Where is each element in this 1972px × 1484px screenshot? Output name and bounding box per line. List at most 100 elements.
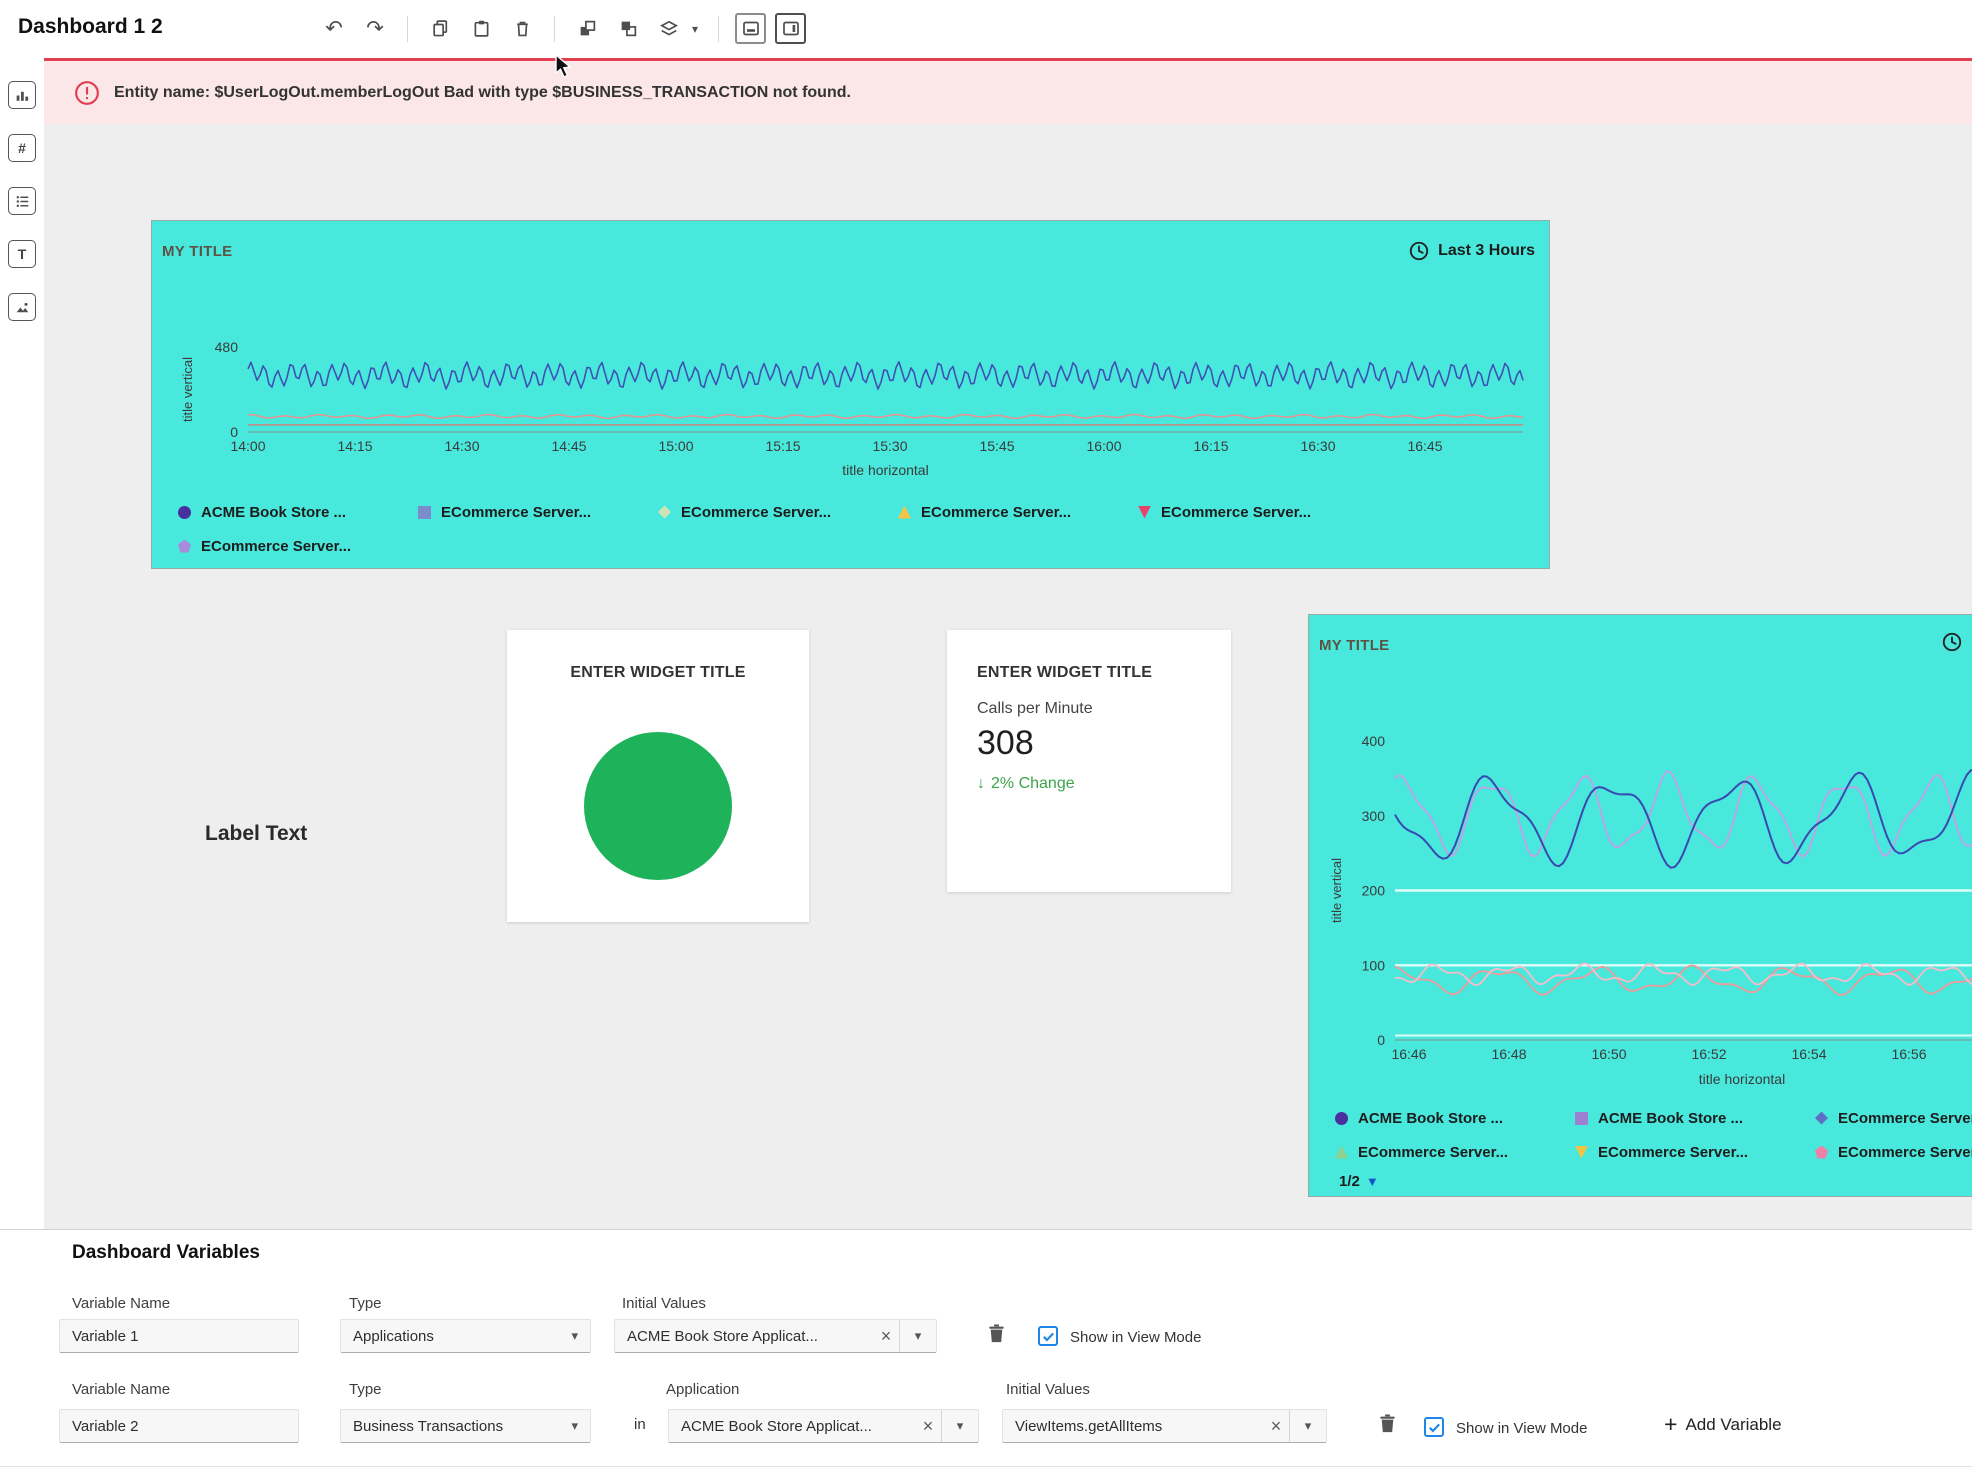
copy-icon [431,19,450,38]
layers-button[interactable] [653,13,685,45]
toolbar-divider [718,16,719,42]
legend-label: ECommerce Server... [1358,1144,1508,1161]
clock-icon [1408,240,1430,262]
check-icon [1041,1329,1056,1344]
initial-values-label: Initial Values [622,1295,706,1312]
svg-text:16:54: 16:54 [1791,1046,1826,1062]
legend-item[interactable]: ECommerce Server... [1815,1135,1972,1169]
time-range-label: Last 3 Hours [1438,242,1535,260]
svg-text:16:00: 16:00 [1086,438,1121,454]
svg-text:title vertical: title vertical [1329,858,1344,923]
copy-button[interactable] [424,13,456,45]
metric-change-label: 2% Change [991,775,1075,793]
legend-label: ECommerce Server... [201,538,351,555]
type-select[interactable]: Applications ▾ [340,1319,591,1353]
panel-bottom-icon [742,20,760,38]
trash-icon [985,1321,1008,1346]
list-widget-icon[interactable] [8,187,36,215]
legend-item[interactable]: ECommerce Server... [1575,1135,1815,1169]
timeseries-widget-2[interactable]: MY TITLE 4003002001000title vertical16:4… [1308,614,1972,1197]
chart-widget-icon[interactable] [8,81,36,109]
svg-text:200: 200 [1362,883,1386,899]
legend-item[interactable]: ECommerce Server... [658,495,898,529]
delete-variable-button[interactable] [985,1321,1008,1349]
chevron-down-icon[interactable]: ▾ [1290,1418,1326,1434]
widget-title: ENTER WIDGET TITLE [507,664,809,682]
svg-text:300: 300 [1362,808,1386,824]
svg-text:0: 0 [1377,1032,1385,1048]
legend-item[interactable]: ECommerce Server... [1335,1135,1575,1169]
show-in-view-mode-checkbox[interactable] [1038,1326,1058,1346]
square-marker-icon [1575,1112,1588,1125]
application-combobox[interactable]: ACME Book Store Applicat... × ▾ [668,1409,979,1443]
clear-icon[interactable]: × [915,1416,941,1437]
clear-icon[interactable]: × [873,1326,899,1347]
svg-text:14:00: 14:00 [230,438,265,454]
application-label: Application [666,1381,739,1398]
image-widget-icon[interactable] [8,293,36,321]
initial-values-combobox[interactable]: ViewItems.getAllItems × ▾ [1002,1409,1327,1443]
legend-pagination[interactable]: 1/2 ▼ [1339,1173,1972,1190]
select-value: Business Transactions [353,1418,503,1435]
send-to-back-icon [619,19,638,38]
error-message: Entity name: $UserLogOut.memberLogOut Ba… [114,84,851,102]
timeseries-widget-1[interactable]: MY TITLE Last 3 Hours 4800title vertical… [151,220,1550,569]
undo-button[interactable]: ↶ [318,13,350,45]
svg-text:100: 100 [1362,957,1386,973]
toolbar: ↶ ↷ ▾ [318,0,806,57]
text-widget-icon[interactable]: T [8,240,36,268]
layers-dropdown-caret[interactable]: ▾ [688,13,702,45]
pentagon-marker-icon [1815,1146,1828,1159]
metric-widget-icon[interactable]: # [8,134,36,162]
delete-button[interactable] [506,13,538,45]
svg-text:15:15: 15:15 [765,438,800,454]
diamond-marker-icon [658,506,671,519]
pie-widget[interactable]: ENTER WIDGET TITLE [507,630,809,922]
show-in-view-mode-label: Show in View Mode [1456,1420,1587,1437]
clock-icon [1941,631,1963,653]
initial-values-combobox[interactable]: ACME Book Store Applicat... × ▾ [614,1319,937,1353]
add-variable-button[interactable]: + Add Variable [1664,1413,1782,1436]
bring-to-front-button[interactable] [571,13,603,45]
chevron-down-icon[interactable]: ▾ [900,1328,936,1344]
variable-name-input[interactable]: Variable 1 [59,1319,299,1353]
metric-widget[interactable]: ENTER WIDGET TITLE Calls per Minute 308 … [947,630,1231,892]
toggle-bottom-panel-button[interactable] [735,13,766,44]
legend-item[interactable]: ECommerce Server... [1138,495,1378,529]
svg-text:16:48: 16:48 [1491,1046,1526,1062]
show-in-view-mode-label: Show in View Mode [1070,1329,1201,1346]
delete-variable-button[interactable] [1376,1411,1399,1439]
legend-item[interactable]: ECommerce Server... [898,495,1138,529]
pentagon-marker-icon [178,540,191,553]
panel-title: Dashboard Variables [72,1242,260,1264]
toolbar-divider [407,16,408,42]
chart-legend: ACME Book Store ...ECommerce Server...EC… [152,495,1549,563]
legend-item[interactable]: ECommerce Server... [418,495,658,529]
legend-item[interactable]: ACME Book Store ... [1335,1101,1575,1135]
token-value: ViewItems.getAllItems [1003,1418,1263,1435]
token-value: ACME Book Store Applicat... [615,1328,873,1345]
type-select[interactable]: Business Transactions ▾ [340,1409,591,1443]
legend-label: ECommerce Server... [681,504,831,521]
toggle-right-panel-button[interactable] [775,13,806,44]
error-banner: Entity name: $UserLogOut.memberLogOut Ba… [44,58,1972,124]
legend-item[interactable]: ECommerce Server... [1815,1101,1972,1135]
label-widget[interactable]: Label Text [205,822,307,846]
variable-name-input[interactable]: Variable 2 [59,1409,299,1443]
svg-text:title horizontal: title horizontal [1699,1071,1785,1087]
legend-item[interactable]: ACME Book Store ... [178,495,418,529]
svg-text:16:56: 16:56 [1891,1046,1926,1062]
square-marker-icon [418,506,431,519]
show-in-view-mode-checkbox[interactable] [1424,1417,1444,1437]
svg-text:15:45: 15:45 [979,438,1014,454]
metric-change: ↓ 2% Change [977,775,1231,793]
send-to-back-button[interactable] [612,13,644,45]
paste-button[interactable] [465,13,497,45]
clear-icon[interactable]: × [1263,1416,1289,1437]
trash-icon [513,19,532,38]
redo-button[interactable]: ↷ [359,13,391,45]
chart-plot: 4003002001000title vertical16:4616:4816:… [1319,685,1972,1095]
legend-item[interactable]: ACME Book Store ... [1575,1101,1815,1135]
legend-item[interactable]: ECommerce Server... [178,529,418,563]
chevron-down-icon[interactable]: ▾ [942,1418,978,1434]
